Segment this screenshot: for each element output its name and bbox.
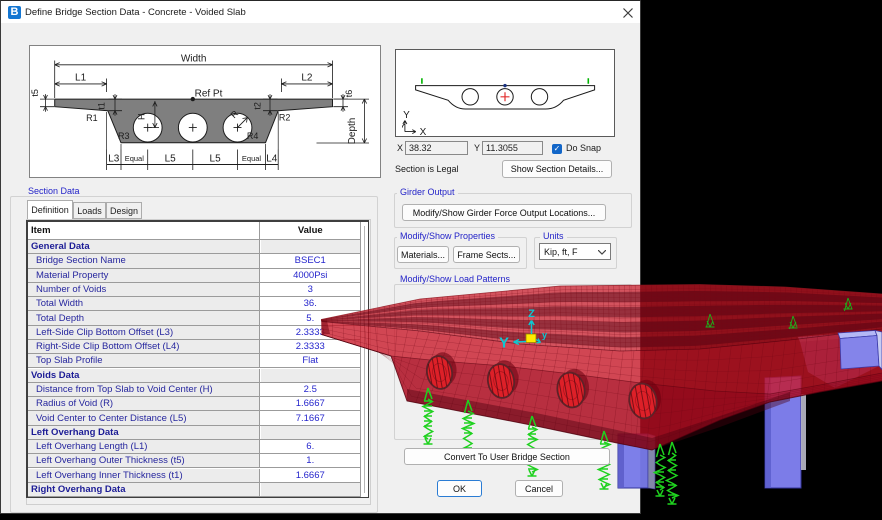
svg-text:y: y — [542, 330, 547, 340]
svg-text:Y: Y — [499, 335, 509, 352]
svg-text:Z: Z — [528, 308, 535, 320]
